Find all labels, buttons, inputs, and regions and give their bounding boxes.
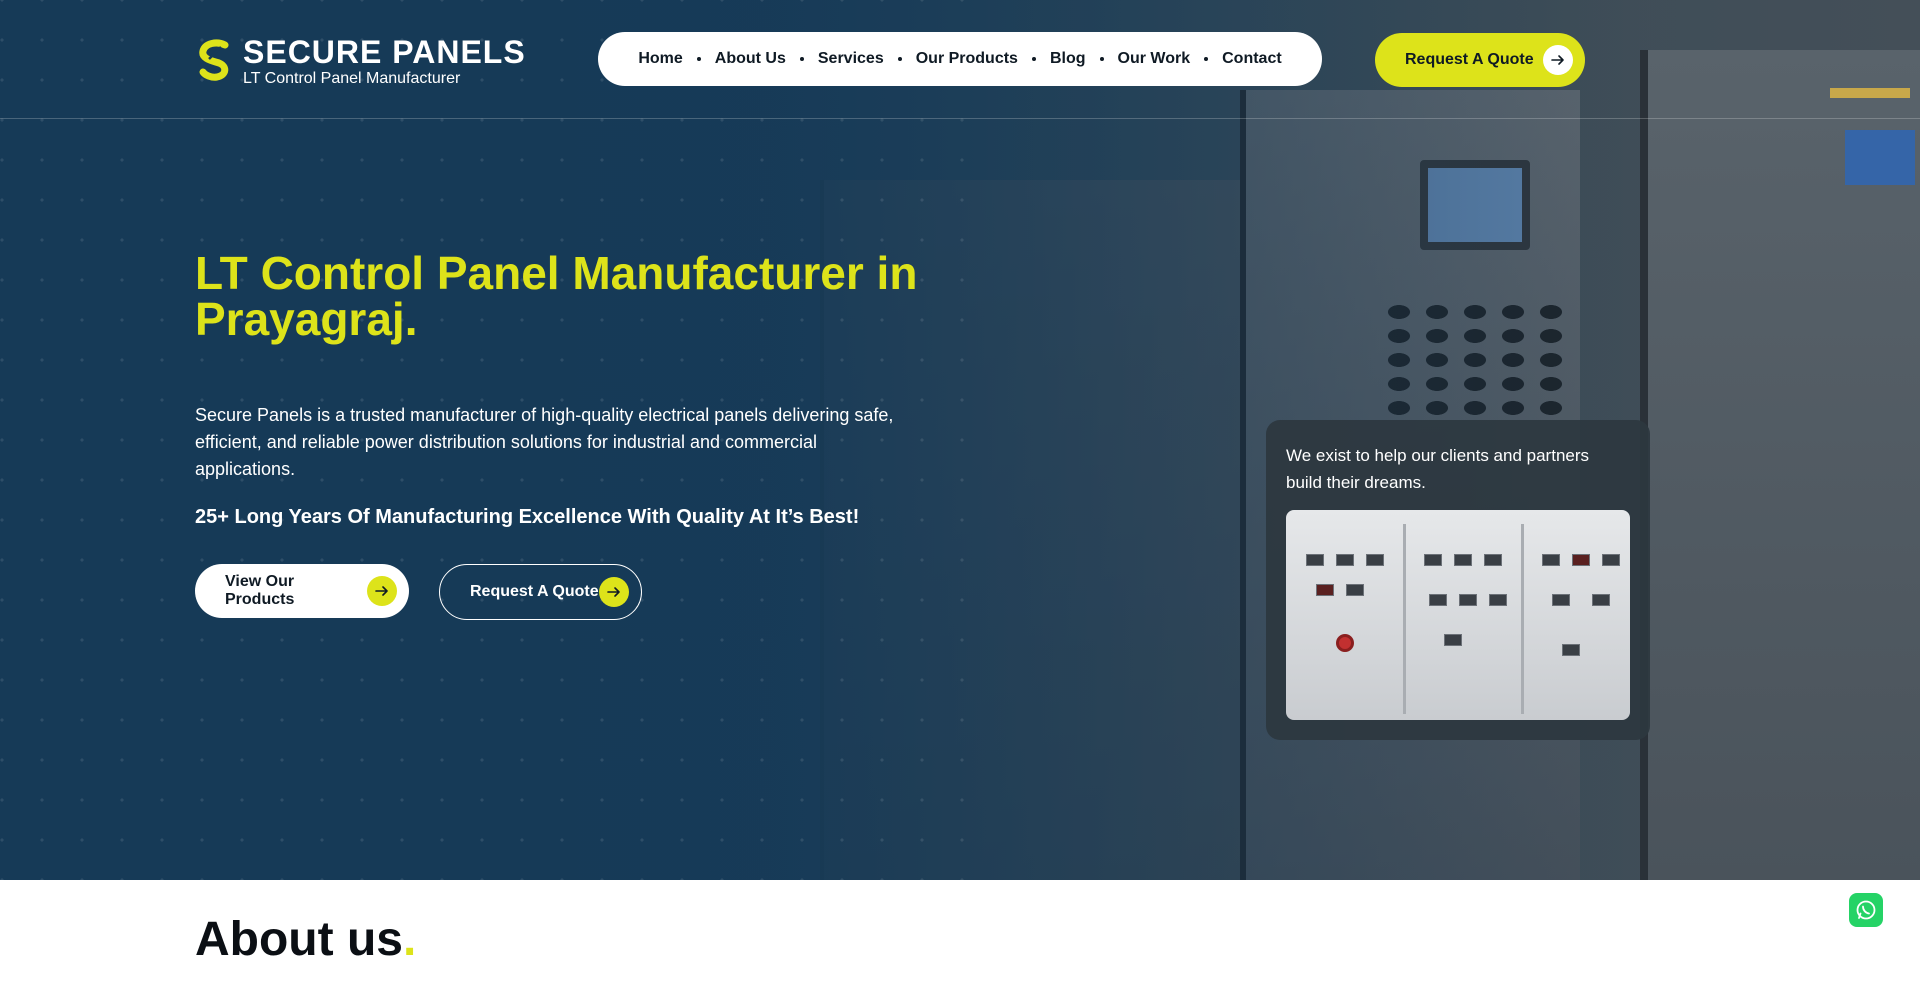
nav-item-our-products[interactable]: Our Products (897, 50, 1034, 68)
control-panel-image (1286, 510, 1630, 720)
arrow-right-icon (367, 576, 397, 606)
hero-description: Secure Panels is a trusted manufacturer … (195, 405, 894, 479)
arrow-right-icon (1543, 45, 1573, 75)
brand-tagline: LT Control Panel Manufacturer (243, 70, 461, 87)
nav-item-services[interactable]: Services (799, 50, 900, 68)
mission-card: We exist to help our clients and partner… (1266, 420, 1650, 740)
main-nav: Home About Us Services Our Products Blog… (598, 32, 1322, 86)
header-quote-label: Request A Quote (1405, 51, 1534, 68)
nav-item-home[interactable]: Home (622, 50, 698, 68)
whatsapp-icon (1856, 900, 1876, 920)
site-logo[interactable]: SECURE PANELS LT Control Panel Manufactu… (195, 36, 526, 88)
view-products-label: View Our Products (225, 573, 295, 608)
hero-title: LT Control Panel Manufacturer in Prayagr… (195, 247, 918, 345)
about-heading-dot: . (402, 913, 417, 966)
whatsapp-button[interactable] (1849, 893, 1883, 927)
logo-mark-icon (199, 39, 229, 81)
nav-item-blog[interactable]: Blog (1031, 50, 1102, 68)
hero-quote-button[interactable]: Request A Quote (439, 564, 642, 620)
mission-text: We exist to help our clients and partner… (1286, 446, 1590, 492)
hero-quote-label: Request A Quote (470, 583, 599, 600)
view-products-button[interactable]: View Our Products (195, 564, 409, 618)
header-divider (0, 118, 1920, 119)
hero-section: SECURE PANELS LT Control Panel Manufactu… (0, 0, 1920, 880)
header-quote-button[interactable]: Request A Quote (1375, 33, 1585, 87)
nav-item-our-work[interactable]: Our Work (1099, 50, 1207, 68)
nav-item-about-us[interactable]: About Us (696, 50, 802, 68)
about-heading-text: About us (195, 913, 403, 966)
about-heading: About us. (195, 912, 416, 968)
nav-item-contact[interactable]: Contact (1204, 50, 1298, 68)
hero-tagline: 25+ Long Years Of Manufacturing Excellen… (195, 506, 860, 528)
arrow-right-icon (599, 577, 629, 607)
brand-name: SECURE PANELS (243, 34, 526, 70)
